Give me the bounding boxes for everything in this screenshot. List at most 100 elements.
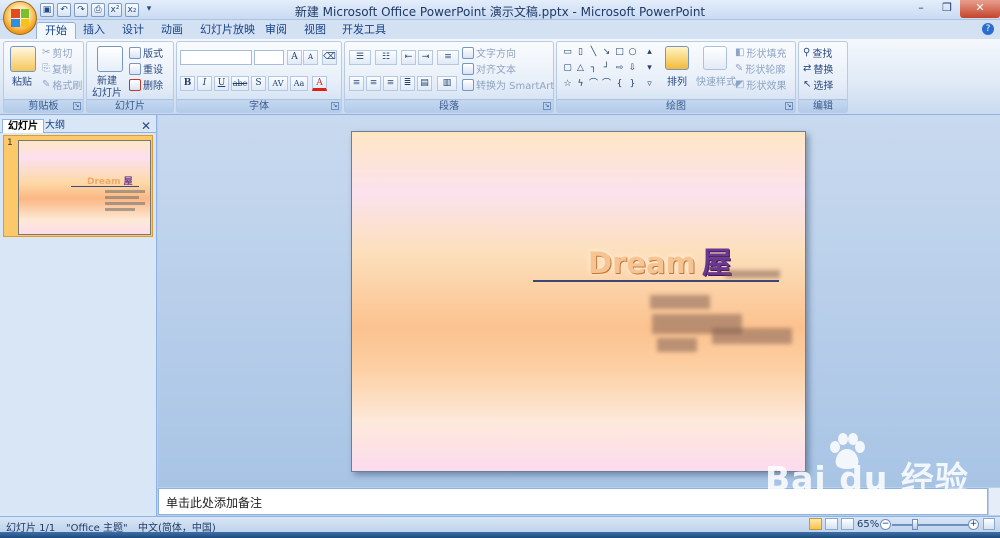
down-arrow-shape-icon[interactable]: ⇩ (627, 63, 638, 73)
elbow-connector-icon[interactable]: ┐ (588, 63, 599, 73)
tab-slideshow[interactable]: 幻灯片放映 (192, 22, 263, 39)
copy-button[interactable]: ⎘ 复制 (42, 61, 72, 76)
textbox-shape-icon[interactable]: ▭ (562, 47, 573, 57)
paste-button[interactable]: 粘贴 (12, 73, 32, 88)
convert-smartart-button[interactable]: 转换为 SmartArt (462, 77, 554, 92)
zoom-out-icon[interactable]: − (880, 519, 891, 530)
star-shape-icon[interactable]: ☆ (562, 79, 573, 89)
tab-view[interactable]: 视图 (296, 22, 334, 39)
change-case-button[interactable]: Aa (290, 76, 308, 91)
shape-fill-button[interactable]: ◧ 形状填充 (735, 45, 786, 60)
zoom-slider-track[interactable] (892, 524, 968, 526)
decrease-indent-icon[interactable]: ⇤ (401, 50, 416, 65)
vertical-textbox-shape-icon[interactable]: ▯ (575, 47, 586, 57)
reset-button[interactable]: 重设 (129, 61, 163, 76)
font-size-combo[interactable] (254, 50, 284, 65)
align-center-icon[interactable]: ≡ (366, 76, 381, 91)
align-left-icon[interactable]: ≡ (349, 76, 364, 91)
find-button[interactable]: ⚲ 查找 (803, 45, 832, 60)
shape-outline-button[interactable]: ✎ 形状轮廓 (735, 61, 785, 76)
fit-to-window-icon[interactable] (983, 518, 995, 530)
underline-button[interactable]: U (214, 76, 229, 91)
rounded-rect-shape-icon[interactable]: ▢ (562, 63, 573, 73)
tab-review[interactable]: 审阅 (257, 22, 295, 39)
zoom-slider-thumb[interactable] (912, 519, 918, 530)
slideshow-view-icon[interactable] (841, 518, 854, 530)
tab-home[interactable]: 开始 (36, 22, 76, 39)
layout-button[interactable]: 版式 (129, 45, 163, 60)
notes-scrollbar[interactable] (988, 488, 1000, 515)
format-painter-button[interactable]: ✎ 格式刷 (42, 77, 82, 92)
justify-icon[interactable]: ≣ (400, 76, 415, 91)
right-arrow-shape-icon[interactable]: ⇨ (614, 63, 625, 73)
arc-shape-icon[interactable]: ⌒ (601, 79, 612, 89)
char-spacing-button[interactable]: AV (268, 76, 288, 91)
grow-font-button[interactable]: A (287, 50, 302, 65)
restore-button[interactable]: ❐ (934, 0, 960, 18)
slide-canvas[interactable]: Dream 屋 (351, 131, 806, 472)
tab-outline[interactable]: 大纲 (40, 119, 70, 133)
slide-title[interactable]: Dream 屋 (588, 238, 732, 282)
arrange-icon[interactable] (665, 46, 689, 70)
oval-shape-icon[interactable]: ○ (627, 47, 638, 57)
quick-styles-button[interactable]: 快速样式 (696, 73, 736, 88)
close-button[interactable]: ✕ (960, 0, 1000, 18)
select-button[interactable]: ↖ 选择 (803, 77, 833, 92)
normal-view-icon[interactable] (809, 518, 822, 530)
strikethrough-button[interactable]: abe (231, 76, 249, 91)
arrow-line-shape-icon[interactable]: ↘ (601, 47, 612, 57)
gallery-scroll-up-icon[interactable]: ▴ (644, 47, 655, 57)
shrink-font-button[interactable]: A (303, 50, 318, 65)
quick-styles-icon[interactable] (703, 46, 727, 70)
shapes-gallery[interactable]: ▭ ▯ ╲ ↘ □ ○ ▢ △ ┐ ┘ ⇨ ⇩ ☆ ϟ ⌒ ⌒ { } ▴ ▾ … (560, 45, 658, 91)
align-right-icon[interactable]: ≡ (383, 76, 398, 91)
new-slide-icon[interactable] (97, 46, 123, 72)
align-text-button[interactable]: 对齐文本 (462, 61, 516, 76)
curve-shape-icon[interactable]: ⌒ (588, 79, 599, 89)
new-slide-label-2[interactable]: 幻灯片 (92, 84, 122, 99)
clipboard-launcher-icon[interactable]: ↘ (73, 102, 81, 110)
gallery-more-icon[interactable]: ▿ (644, 79, 655, 89)
left-brace-shape-icon[interactable]: { (614, 79, 625, 89)
slide-sorter-view-icon[interactable] (825, 518, 838, 530)
triangle-shape-icon[interactable]: △ (575, 63, 586, 73)
bold-button[interactable]: B (180, 76, 195, 91)
office-button[interactable] (3, 1, 37, 35)
gallery-scroll-down-icon[interactable]: ▾ (644, 63, 655, 73)
arrange-button[interactable]: 排列 (667, 73, 687, 88)
delete-slide-button[interactable]: 删除 (129, 77, 163, 92)
help-icon[interactable]: ? (982, 23, 994, 35)
increase-indent-icon[interactable]: ⇥ (418, 50, 433, 65)
bullets-icon[interactable]: ☰ (349, 50, 371, 65)
font-launcher-icon[interactable]: ↘ (331, 102, 339, 110)
text-shadow-button[interactable]: S (251, 76, 266, 91)
text-direction-button[interactable]: 文字方向 (462, 45, 516, 60)
zoom-in-icon[interactable]: + (968, 519, 979, 530)
clear-format-icon[interactable]: ⌫ (322, 50, 337, 65)
rectangle-shape-icon[interactable]: □ (614, 47, 625, 57)
elbow-arrow-icon[interactable]: ┘ (601, 63, 612, 73)
tab-slides[interactable]: 幻灯片 (2, 119, 44, 133)
right-brace-shape-icon[interactable]: } (627, 79, 638, 89)
distribute-icon[interactable]: ▤ (417, 76, 432, 91)
close-pane-icon[interactable]: ✕ (141, 119, 151, 133)
font-name-combo[interactable] (180, 50, 252, 65)
italic-button[interactable]: I (197, 76, 212, 91)
font-color-button[interactable]: A (312, 76, 327, 91)
paragraph-launcher-icon[interactable]: ↘ (543, 102, 551, 110)
cut-button[interactable]: ✂ 剪切 (42, 45, 72, 60)
columns-icon[interactable]: ▥ (437, 76, 457, 91)
line-spacing-icon[interactable]: ≡ (437, 50, 459, 65)
drawing-launcher-icon[interactable]: ↘ (785, 102, 793, 110)
replace-button[interactable]: ⇄ 替换 (803, 61, 833, 76)
numbering-icon[interactable]: ☷ (375, 50, 397, 65)
minimize-button[interactable]: – (908, 0, 934, 18)
line-shape-icon[interactable]: ╲ (588, 47, 599, 57)
paste-icon[interactable] (10, 46, 36, 72)
tab-design[interactable]: 设计 (114, 22, 152, 39)
lightning-shape-icon[interactable]: ϟ (575, 79, 586, 89)
tab-animations[interactable]: 动画 (153, 22, 191, 39)
tab-developer[interactable]: 开发工具 (334, 22, 394, 39)
tab-insert[interactable]: 插入 (75, 22, 113, 39)
slide-thumbnail-1[interactable]: 1 Dream 屋 (3, 135, 153, 237)
